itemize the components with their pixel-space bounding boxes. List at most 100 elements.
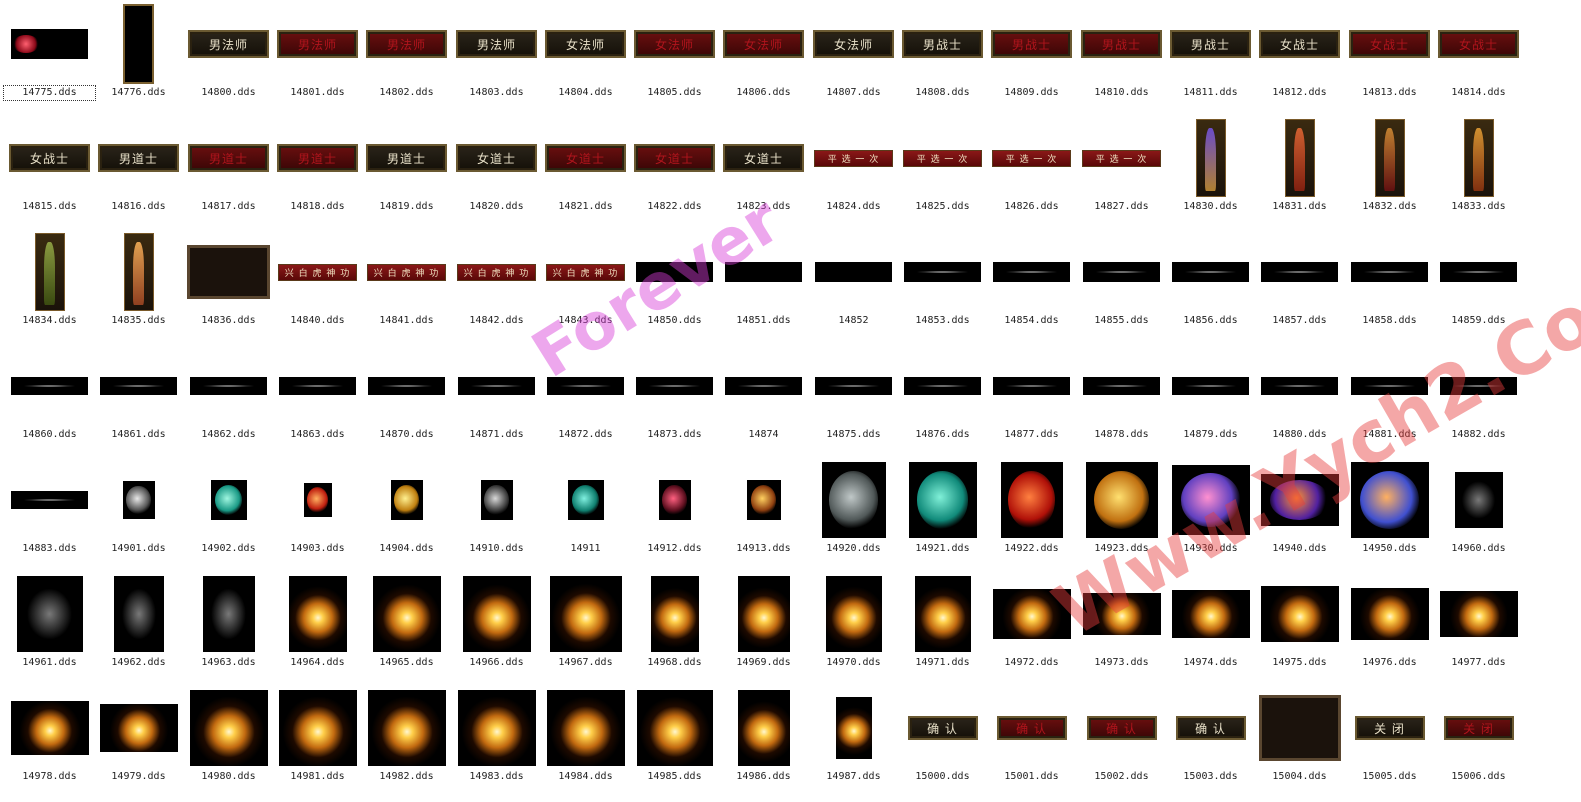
file-thumbnail-item[interactable]: 14851.dds — [719, 232, 808, 346]
file-thumbnail-item[interactable]: 14902.dds — [184, 460, 273, 574]
file-thumbnail-item[interactable]: 14913.dds — [719, 460, 808, 574]
file-thumbnail-item[interactable]: 14920.dds — [809, 460, 898, 574]
file-thumbnail-item[interactable]: 男战士 14808.dds — [898, 4, 987, 118]
file-thumbnail-item[interactable]: 确 认 15002.dds — [1077, 688, 1166, 802]
file-thumbnail-item[interactable]: 女道士 14820.dds — [452, 118, 541, 232]
file-thumbnail-item[interactable]: 14950.dds — [1345, 460, 1434, 574]
file-thumbnail-item[interactable]: 兴 白 虎 神 功 14843.dds — [541, 232, 630, 346]
file-thumbnail-item[interactable]: 14966.dds — [452, 574, 541, 688]
file-thumbnail-item[interactable]: 平 选 一 次 14824.dds — [809, 118, 898, 232]
file-thumbnail-item[interactable]: 14969.dds — [719, 574, 808, 688]
file-thumbnail-item[interactable]: 男道士 14819.dds — [362, 118, 451, 232]
file-thumbnail-item[interactable]: 14961.dds — [5, 574, 94, 688]
file-thumbnail-item[interactable]: 女道士 14821.dds — [541, 118, 630, 232]
file-thumbnail-item[interactable]: 14875.dds — [809, 346, 898, 460]
file-thumbnail-item[interactable]: 14903.dds — [273, 460, 362, 574]
file-thumbnail-item[interactable]: 14850.dds — [630, 232, 719, 346]
file-thumbnail-item[interactable]: 14982.dds — [362, 688, 451, 802]
file-thumbnail-item[interactable]: 14830.dds — [1166, 118, 1255, 232]
file-thumbnail-item[interactable]: 14904.dds — [362, 460, 451, 574]
file-thumbnail-item[interactable]: 14911 — [541, 460, 630, 574]
file-thumbnail-item[interactable]: 男法师 14800.dds — [184, 4, 273, 118]
file-thumbnail-item[interactable]: 14871.dds — [452, 346, 541, 460]
file-thumbnail-item[interactable]: 14971.dds — [898, 574, 987, 688]
file-thumbnail-item[interactable]: 女法师 14807.dds — [809, 4, 898, 118]
file-thumbnail-item[interactable]: 男战士 14809.dds — [987, 4, 1076, 118]
file-thumbnail-item[interactable]: 平 选 一 次 14825.dds — [898, 118, 987, 232]
file-thumbnail-item[interactable]: 女战士 14813.dds — [1345, 4, 1434, 118]
file-thumbnail-item[interactable]: 关 闭 15006.dds — [1434, 688, 1523, 802]
file-thumbnail-item[interactable]: 14855.dds — [1077, 232, 1166, 346]
file-thumbnail-item[interactable]: 兴 白 虎 神 功 14842.dds — [452, 232, 541, 346]
file-thumbnail-item[interactable]: 男道士 14818.dds — [273, 118, 362, 232]
file-thumbnail-item[interactable]: 女法师 14804.dds — [541, 4, 630, 118]
file-thumbnail-item[interactable]: 14877.dds — [987, 346, 1076, 460]
file-thumbnail-item[interactable]: 14978.dds — [5, 688, 94, 802]
file-thumbnail-item[interactable]: 14870.dds — [362, 346, 451, 460]
file-thumbnail-item[interactable]: 14940.dds — [1255, 460, 1344, 574]
file-thumbnail-item[interactable]: 14984.dds — [541, 688, 630, 802]
file-thumbnail-item[interactable]: 14980.dds — [184, 688, 273, 802]
file-thumbnail-item[interactable]: 平 选 一 次 14826.dds — [987, 118, 1076, 232]
file-thumbnail-item[interactable]: 14776.dds — [94, 4, 183, 118]
file-thumbnail-item[interactable]: 14974.dds — [1166, 574, 1255, 688]
file-thumbnail-item[interactable]: 14862.dds — [184, 346, 273, 460]
file-thumbnail-item[interactable]: 14979.dds — [94, 688, 183, 802]
file-thumbnail-item[interactable]: 确 认 15000.dds — [898, 688, 987, 802]
file-thumbnail-item[interactable]: 14883.dds — [5, 460, 94, 574]
file-thumbnail-item[interactable]: 14912.dds — [630, 460, 719, 574]
file-thumbnail-item[interactable]: 14856.dds — [1166, 232, 1255, 346]
file-thumbnail-item[interactable]: 14963.dds — [184, 574, 273, 688]
file-thumbnail-item[interactable]: 确 认 15003.dds — [1166, 688, 1255, 802]
file-thumbnail-item[interactable]: 14960.dds — [1434, 460, 1523, 574]
file-thumbnail-item[interactable]: 14861.dds — [94, 346, 183, 460]
file-thumbnail-item[interactable]: 男战士 14810.dds — [1077, 4, 1166, 118]
file-thumbnail-item[interactable]: 14987.dds — [809, 688, 898, 802]
file-thumbnail-item[interactable]: 14833.dds — [1434, 118, 1523, 232]
file-thumbnail-item[interactable]: 14986.dds — [719, 688, 808, 802]
file-thumbnail-item[interactable]: 14962.dds — [94, 574, 183, 688]
file-thumbnail-item[interactable]: 14967.dds — [541, 574, 630, 688]
file-thumbnail-item[interactable]: 女法师 14806.dds — [719, 4, 808, 118]
file-thumbnail-item[interactable]: 兴 白 虎 神 功 14840.dds — [273, 232, 362, 346]
file-thumbnail-item[interactable]: 15004.dds — [1255, 688, 1344, 802]
file-thumbnail-item[interactable]: 14831.dds — [1255, 118, 1344, 232]
file-thumbnail-item[interactable]: 14970.dds — [809, 574, 898, 688]
file-thumbnail-item[interactable]: 14863.dds — [273, 346, 362, 460]
file-thumbnail-item[interactable]: 14859.dds — [1434, 232, 1523, 346]
file-thumbnail-item[interactable]: 14853.dds — [898, 232, 987, 346]
file-thumbnail-item[interactable]: 男战士 14811.dds — [1166, 4, 1255, 118]
file-thumbnail-item[interactable]: 14880.dds — [1255, 346, 1344, 460]
file-thumbnail-item[interactable]: 14910.dds — [452, 460, 541, 574]
file-thumbnail-item[interactable]: 14854.dds — [987, 232, 1076, 346]
file-thumbnail-item[interactable]: 男道士 14817.dds — [184, 118, 273, 232]
file-thumbnail-item[interactable]: 14921.dds — [898, 460, 987, 574]
file-thumbnail-item[interactable]: 14874 — [719, 346, 808, 460]
file-thumbnail-item[interactable]: 女道士 14823.dds — [719, 118, 808, 232]
file-thumbnail-item[interactable]: 14872.dds — [541, 346, 630, 460]
file-thumbnail-item[interactable]: 女战士 14812.dds — [1255, 4, 1344, 118]
file-thumbnail-item[interactable]: 14983.dds — [452, 688, 541, 802]
file-thumbnail-item[interactable]: 14857.dds — [1255, 232, 1344, 346]
file-thumbnail-item[interactable]: 14964.dds — [273, 574, 362, 688]
file-thumbnail-item[interactable]: 男道士 14816.dds — [94, 118, 183, 232]
file-thumbnail-item[interactable]: 14878.dds — [1077, 346, 1166, 460]
file-thumbnail-item[interactable]: 14977.dds — [1434, 574, 1523, 688]
file-thumbnail-item[interactable]: 14775.dds — [3, 4, 96, 118]
file-thumbnail-item[interactable]: 14981.dds — [273, 688, 362, 802]
file-thumbnail-item[interactable]: 14873.dds — [630, 346, 719, 460]
file-thumbnail-item[interactable]: 14901.dds — [94, 460, 183, 574]
file-thumbnail-item[interactable]: 男法师 14801.dds — [273, 4, 362, 118]
file-thumbnail-item[interactable]: 14881.dds — [1345, 346, 1434, 460]
file-thumbnail-item[interactable]: 14876.dds — [898, 346, 987, 460]
file-thumbnail-item[interactable]: 女战士 14814.dds — [1434, 4, 1523, 118]
file-thumbnail-item[interactable]: 14922.dds — [987, 460, 1076, 574]
file-thumbnail-item[interactable]: 14968.dds — [630, 574, 719, 688]
file-thumbnail-item[interactable]: 14965.dds — [362, 574, 451, 688]
file-thumbnail-item[interactable]: 14860.dds — [5, 346, 94, 460]
file-thumbnail-item[interactable]: 14975.dds — [1255, 574, 1344, 688]
file-thumbnail-item[interactable]: 14832.dds — [1345, 118, 1434, 232]
file-thumbnail-item[interactable]: 14930.dds — [1166, 460, 1255, 574]
file-thumbnail-item[interactable]: 女战士 14815.dds — [5, 118, 94, 232]
file-thumbnail-item[interactable]: 14834.dds — [5, 232, 94, 346]
